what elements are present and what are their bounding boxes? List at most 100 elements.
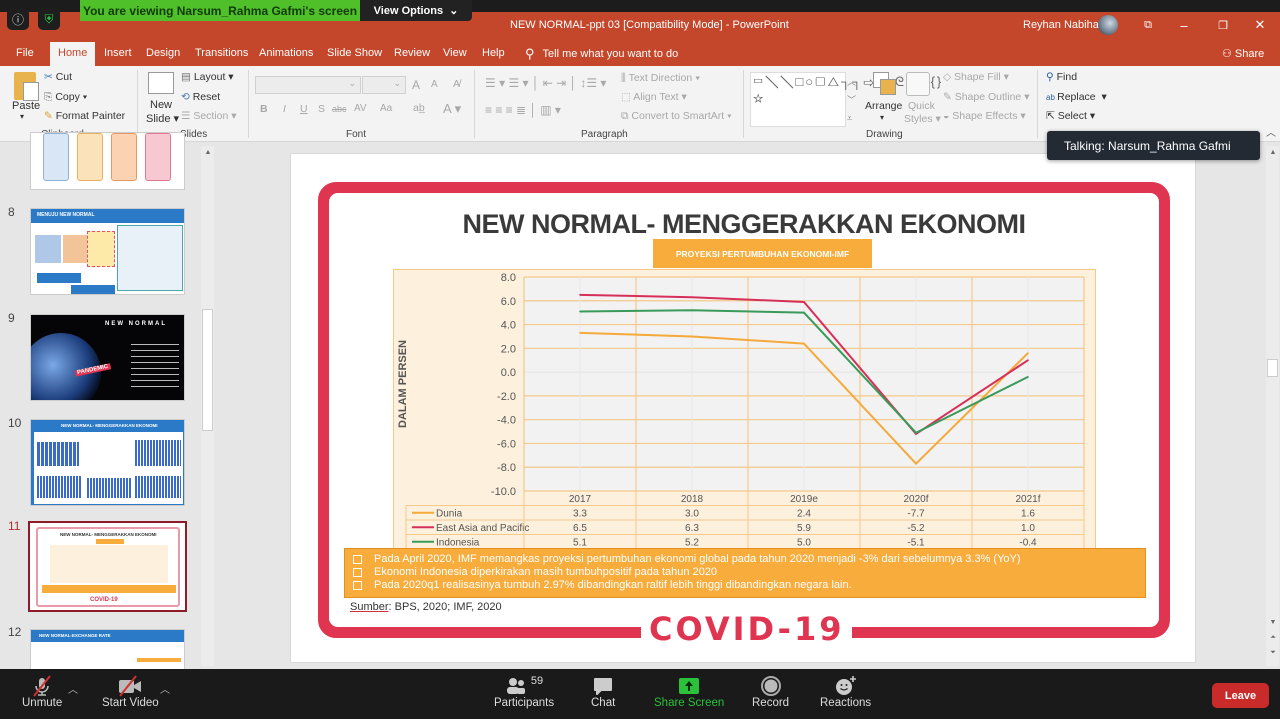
section-button[interactable]: ☰ Section ▾ (181, 110, 237, 122)
security-shield-icon[interactable]: ⛨ (38, 8, 60, 30)
shapes-gallery[interactable]: ▭╲╲□○▢△┐┐⇨⇩◺ᘓ⌒⌒{}☆ (750, 72, 941, 127)
scrollbar-thumb[interactable] (202, 309, 213, 431)
layout-button[interactable]: ▤ Layout ▾ (181, 71, 234, 83)
reset-button[interactable]: ⟲ Reset (181, 91, 220, 103)
shrink-font-button[interactable]: A (431, 79, 438, 90)
scroll-down-icon[interactable]: ▼ (1267, 616, 1279, 628)
avatar[interactable] (1098, 15, 1118, 35)
chart-container[interactable]: 8.0 6.0 4.0 2.0 0.0 -2.0 -4.0 -6.0 -8.0 -10.0 DALA… (393, 269, 1096, 550)
tab-animations[interactable]: Animations (259, 47, 313, 59)
grow-font-button[interactable]: A (412, 78, 420, 92)
convert-smartart-button[interactable]: ⧉ Convert to SmartArt ▾ (621, 110, 732, 123)
font-name-dropdown[interactable]: ⌄ (255, 76, 361, 94)
highlight-color-icon[interactable]: ab̲ (413, 102, 425, 114)
font-color-icon[interactable]: A ▾ (443, 101, 461, 117)
share-button[interactable]: ⚇ Share (1222, 47, 1264, 60)
change-case-button[interactable]: Aa (380, 103, 392, 114)
bullet-box[interactable]: Pada April 2020, IMF memangkas proyeksi … (344, 548, 1146, 598)
arrange-icon[interactable] (873, 72, 896, 95)
shapes-scroll-icon[interactable]: ︿ ﹀ ⩡ (847, 73, 856, 127)
slide-scrollbar[interactable]: ▲ ▼ ⏶ ⏷ (1266, 146, 1279, 666)
collapse-ribbon-icon[interactable]: ︿ (1266, 124, 1276, 139)
tab-review[interactable]: Review (394, 47, 430, 59)
new-slide-icon[interactable] (148, 72, 174, 94)
font-size-dropdown[interactable]: ⌄ (362, 76, 406, 94)
text-direction-button[interactable]: ⫼ Text Direction ▾ (621, 72, 700, 85)
shape-effects-button[interactable]: ◒ Shape Effects ▾ (943, 110, 1026, 122)
next-slide-icon[interactable]: ⏷ (1267, 647, 1279, 659)
chart-title-box[interactable]: PROYEKSI PERTUMBUHAN EKONOMI-IMF (653, 239, 872, 268)
tab-transitions[interactable]: Transitions (195, 47, 248, 59)
copy-button[interactable]: ⎘ Copy ▾ (44, 91, 87, 104)
tab-home[interactable]: Home (50, 42, 96, 66)
scroll-up-icon[interactable]: ▲ (202, 146, 214, 158)
share-screen-button[interactable]: Share Screen (654, 675, 724, 709)
bold-button[interactable]: B (260, 103, 268, 115)
view-options-button[interactable]: View Options ⌄ (360, 0, 472, 21)
quick-styles-button[interactable]: Styles ▾ (904, 113, 941, 125)
bullets-icon[interactable]: ☰ ▾ ☰ ▾ │ ⇤ ⇥ │ ↕☰ ▾ (485, 76, 606, 90)
slide-thumbnail-11[interactable]: NEW NORMAL- MENGGERAKKAN EKONOMI COVID-1… (28, 521, 187, 612)
shape-outline-button[interactable]: ✎ Shape Outline ▾ (943, 91, 1029, 103)
scroll-up-icon[interactable]: ▲ (1267, 146, 1279, 158)
shadow-button[interactable]: S (318, 103, 325, 115)
user-name[interactable]: Reyhan Nabiha (1023, 19, 1099, 31)
slide-thumbnail-8[interactable]: MENUJU NEW NORMAL (30, 208, 185, 295)
slide-thumbnail-7[interactable] (30, 132, 185, 190)
slide-title[interactable]: NEW NORMAL- MENGGERAKKAN EKONOMI (291, 209, 1197, 240)
line-chart: 8.0 6.0 4.0 2.0 0.0 -2.0 -4.0 -6.0 -8.0 -10.0 DALA… (397, 272, 1085, 550)
slide-canvas[interactable]: NEW NORMAL- MENGGERAKKAN EKONOMI PROYEKS… (290, 153, 1196, 663)
leave-button[interactable]: Leave (1212, 683, 1269, 708)
scrollbar-thumb[interactable] (1267, 359, 1278, 377)
thumbnail-scrollbar[interactable]: ▲ (201, 146, 214, 666)
audio-options-caret-icon[interactable]: ︿ (68, 681, 78, 696)
replace-button[interactable]: ab Replace ▾ (1046, 91, 1107, 103)
arrange-button[interactable]: Arrange (865, 100, 902, 112)
alignment-icons[interactable]: ≡ ≡ ≡ ≣ │ ▥ ▾ (485, 103, 561, 117)
restore-button[interactable]: ❐ (1212, 15, 1234, 35)
select-button[interactable]: ⇱ Select ▾ (1046, 110, 1095, 122)
unmute-button[interactable]: Unmute (22, 675, 62, 709)
info-icon[interactable]: ⓘ (7, 8, 29, 30)
find-button[interactable]: ⚲ Find (1046, 71, 1077, 83)
paste-icon[interactable] (14, 72, 39, 101)
previous-slide-icon[interactable]: ⏶ (1267, 632, 1279, 644)
tab-design[interactable]: Design (146, 47, 180, 59)
y-tick-label: 8.0 (501, 272, 516, 284)
ribbon-display-options-icon[interactable]: ⧉ (1137, 15, 1159, 35)
source-note[interactable]: Sumber: BPS, 2020; IMF, 2020 (350, 601, 502, 613)
italic-button[interactable]: I (283, 103, 286, 115)
close-button[interactable]: ✕ (1249, 15, 1271, 35)
underline-button[interactable]: U (300, 103, 308, 115)
strikethrough-button[interactable]: abc (332, 104, 347, 114)
tab-file[interactable]: File (16, 47, 34, 59)
tab-view[interactable]: View (443, 47, 467, 59)
video-options-caret-icon[interactable]: ︿ (160, 681, 170, 696)
new-slide-button[interactable]: Slide ▾ (146, 112, 179, 125)
tab-help[interactable]: Help (482, 47, 505, 59)
reactions-button[interactable]: Reactions (820, 675, 871, 709)
quick-styles-label-1[interactable]: Quick (908, 100, 935, 112)
new-slide-label-1[interactable]: New (150, 99, 172, 111)
quick-styles-icon[interactable] (906, 72, 930, 96)
participants-button[interactable]: 59 Participants (494, 675, 554, 709)
slide-thumbnail-12[interactable]: NEW NORMAL-EXCHANGE RATE (30, 629, 185, 669)
record-button[interactable]: Record (752, 675, 789, 709)
tab-insert[interactable]: Insert (104, 47, 132, 59)
paste-dropdown-icon[interactable]: ▾ (20, 112, 24, 121)
clear-formatting-icon[interactable]: A̸ (453, 78, 460, 90)
arrange-dropdown-icon[interactable]: ▾ (880, 113, 884, 122)
slide-thumbnail-10[interactable]: NEW NORMAL- MENGGERAKKAN EKONOMI (30, 419, 185, 506)
start-video-button[interactable]: Start Video (102, 675, 159, 709)
tell-me-search[interactable]: ⚲ Tell me what you want to do (525, 46, 678, 62)
shape-fill-button[interactable]: ◇ Shape Fill ▾ (943, 71, 1009, 83)
chat-button[interactable]: Chat (591, 675, 615, 709)
slide-thumbnail-9[interactable]: NEW NORMAL PANDEMIC (30, 314, 185, 401)
character-spacing-button[interactable]: AV (354, 103, 367, 114)
cut-button[interactable]: ✂ Cut (44, 71, 72, 83)
paste-button[interactable]: Paste (12, 100, 40, 112)
format-painter-button[interactable]: ✎ Format Painter (44, 110, 125, 122)
align-text-button[interactable]: ⬚ Align Text ▾ (621, 91, 687, 103)
tab-slide-show[interactable]: Slide Show (327, 47, 382, 59)
minimize-button[interactable]: – (1173, 15, 1195, 35)
